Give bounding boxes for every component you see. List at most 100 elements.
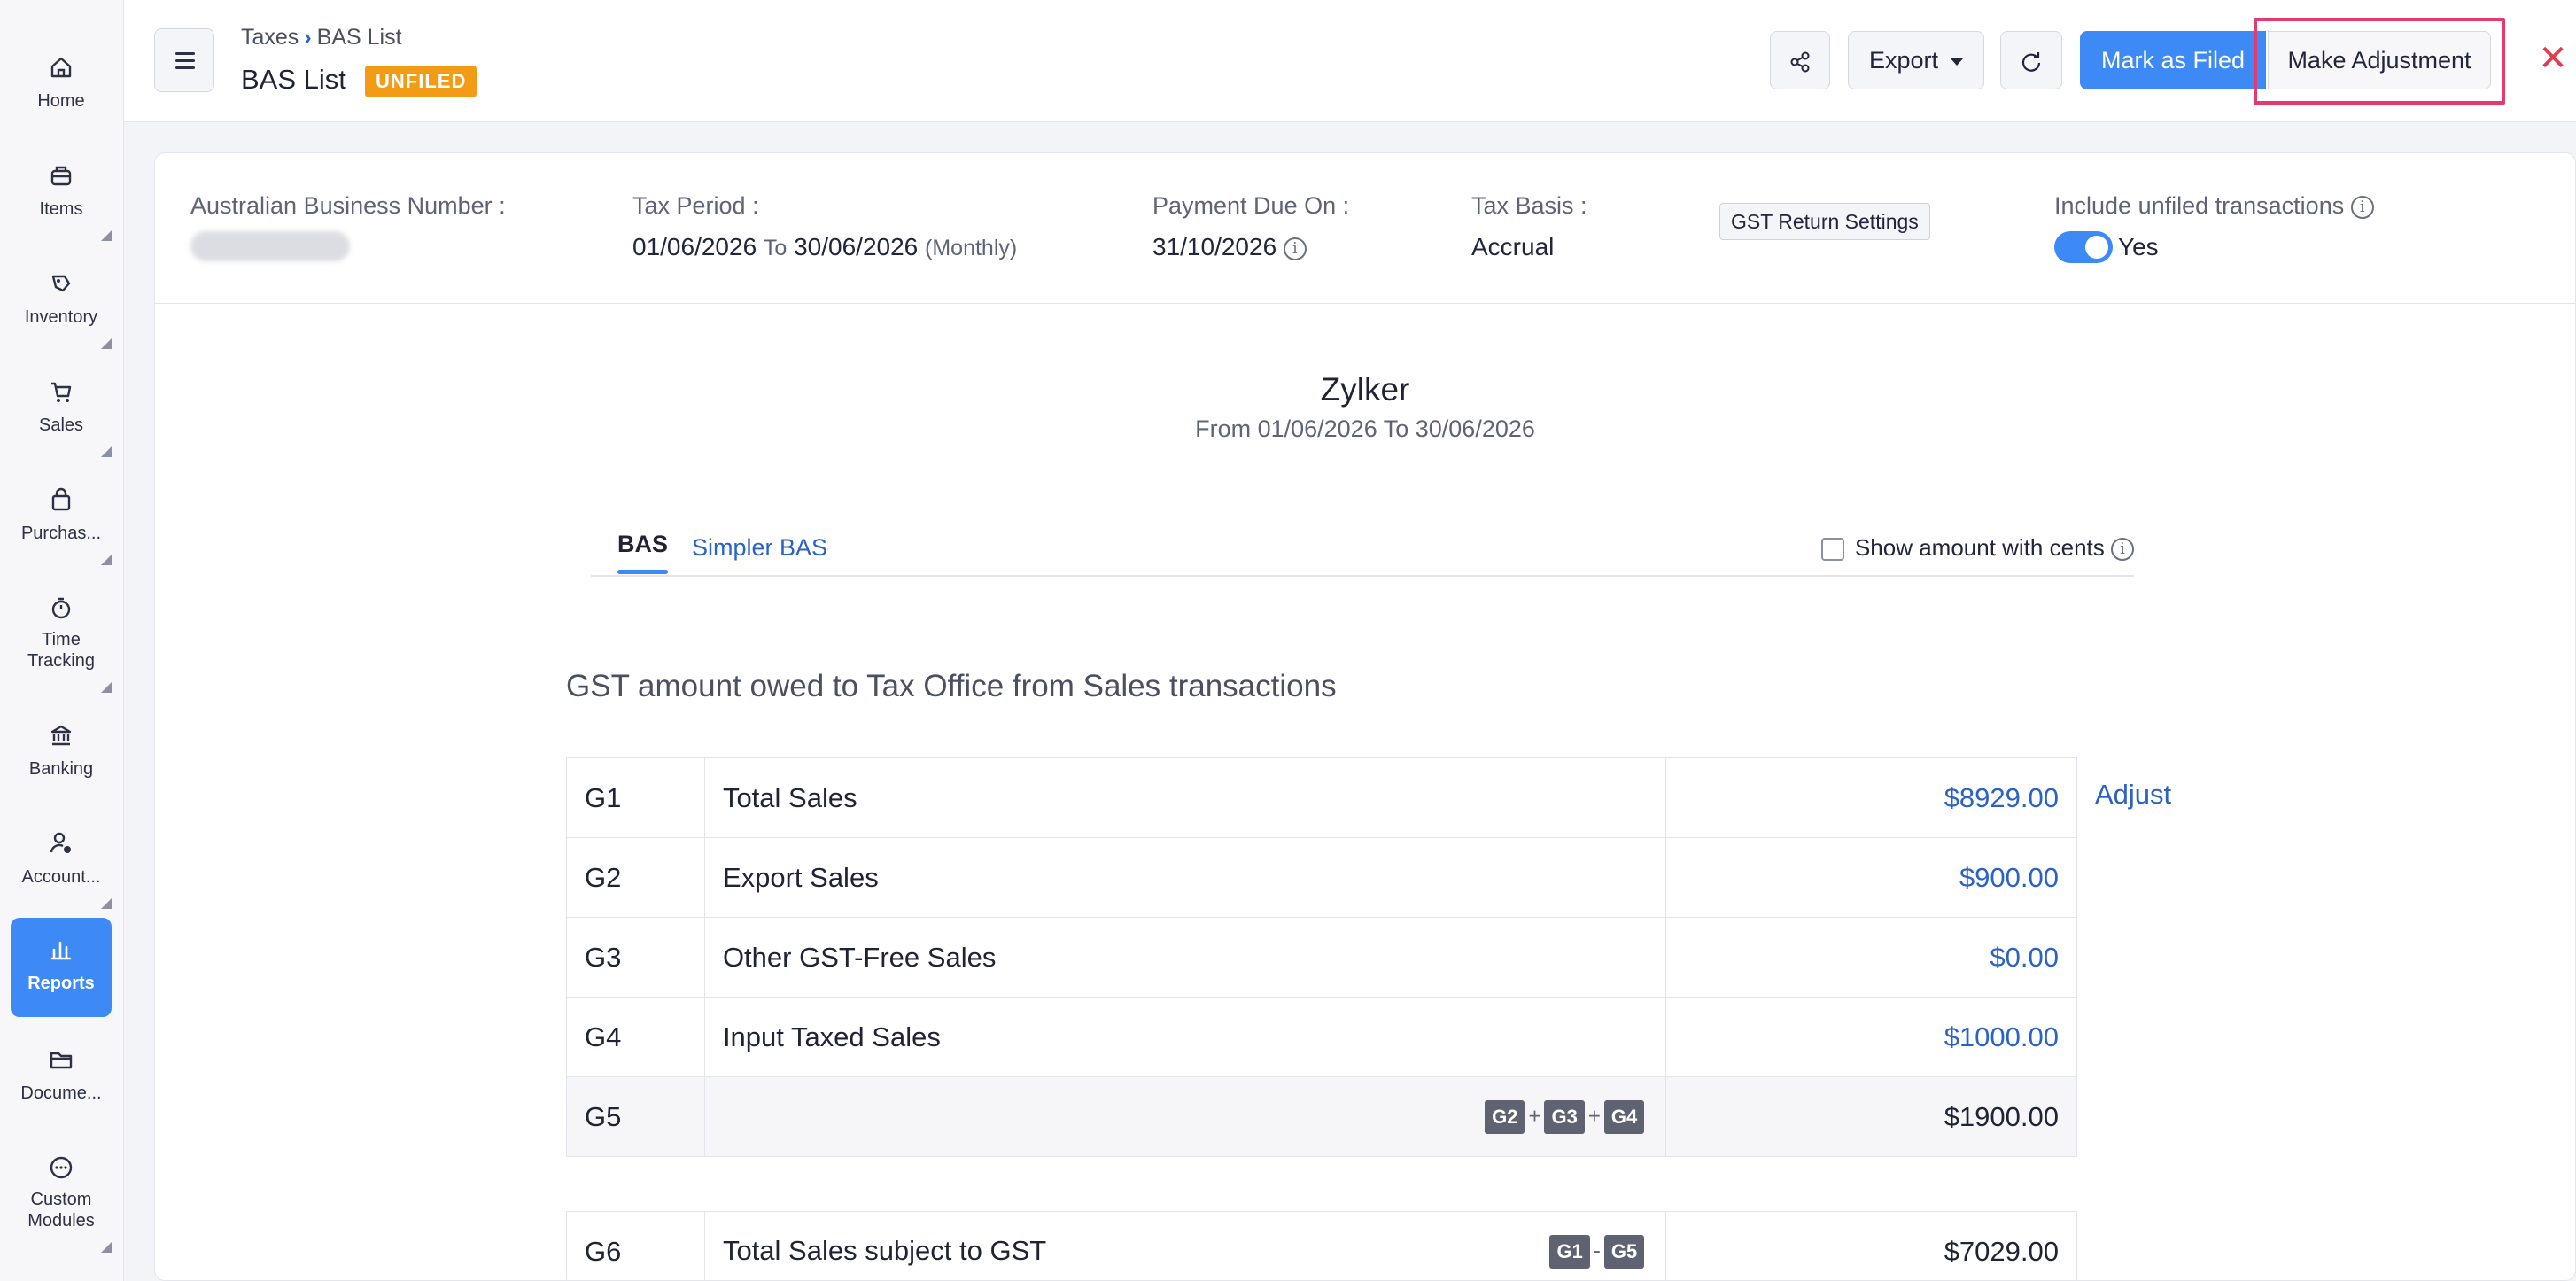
bank-icon	[50, 725, 72, 746]
nav-custom-modules-label: Custom Modules	[27, 1190, 95, 1231]
table-row: G5 G2 + G3 + G4 $1900.00	[566, 1076, 2077, 1157]
report-meta: Australian Business Number : Tax Period …	[155, 153, 2575, 304]
report-tabs: BAS Simpler BAS Show amount with cents i	[591, 516, 2134, 577]
share-button[interactable]	[1770, 31, 1830, 89]
row-amount: $7029.00	[1665, 1211, 2077, 1281]
show-cents-checkbox[interactable]	[1820, 538, 1844, 562]
row-amount-link[interactable]: $8929.00	[1665, 757, 2077, 838]
tax-period-from: 01/06/2026	[632, 233, 757, 260]
table-row: G6 Total Sales subject to GST G1- G5 $702…	[566, 1211, 2077, 1281]
bag-icon	[51, 487, 71, 511]
row-desc: Export Sales	[703, 837, 1667, 918]
formula: G1- G5	[1546, 1234, 1648, 1269]
nav-time-tracking-label: Time Tracking	[27, 630, 95, 671]
nav-inventory-label: Inventory	[24, 307, 98, 327]
breadcrumb-taxes-link[interactable]: Taxes	[241, 25, 299, 50]
refresh-button[interactable]	[2000, 31, 2062, 89]
cart-icon	[51, 382, 72, 402]
folder-icon	[50, 1052, 73, 1069]
abn-value-redacted	[190, 231, 350, 261]
show-cents-option[interactable]: Show amount with cents i	[1820, 534, 2134, 562]
row-amount-link[interactable]: $1000.00	[1665, 997, 2077, 1077]
expand-caret-icon	[101, 338, 112, 349]
close-icon[interactable]: ✕	[2535, 41, 2571, 76]
share-icon	[1790, 51, 1810, 73]
formula-chip: G3	[1544, 1099, 1585, 1134]
expand-caret-icon	[101, 898, 112, 909]
nav-custom-modules[interactable]: Custom Modules	[11, 1136, 112, 1254]
hamburger-icon-bar	[175, 59, 195, 62]
section-title: GST amount owed to Tax Office from Sales…	[566, 669, 1337, 703]
row-code: G4	[566, 997, 705, 1077]
include-unfiled-label-wrap: Include unfiled transactions i	[2054, 192, 2374, 220]
mark-as-filed-button[interactable]: Mark as Filed	[2080, 31, 2266, 89]
nav-sales[interactable]: Sales	[11, 360, 112, 459]
reports-icon	[50, 941, 72, 960]
formula-chip: G1	[1549, 1234, 1590, 1269]
tax-period-frequency: (Monthly)	[925, 236, 1018, 260]
nav-items[interactable]: Items	[11, 144, 112, 243]
menu-toggle-button[interactable]	[154, 28, 214, 92]
row-code: G5	[566, 1076, 705, 1157]
tax-period-to: 30/06/2026	[794, 233, 919, 260]
nav-time-tracking[interactable]: Time Tracking	[11, 576, 112, 695]
formula-chip: G5	[1603, 1234, 1645, 1269]
abn-label: Australian Business Number :	[190, 192, 506, 219]
more-icon	[50, 1156, 73, 1179]
hamburger-icon-bar	[175, 66, 195, 69]
nav-accountant[interactable]: Account...	[11, 811, 112, 911]
accountant-icon	[50, 832, 71, 853]
expand-caret-icon	[101, 682, 112, 693]
payment-due-value: 31/10/2026	[1152, 233, 1277, 260]
nav-banking[interactable]: Banking	[11, 703, 112, 803]
include-unfiled-value: Yes	[2118, 233, 2159, 260]
row-amount-link[interactable]: $0.00	[1665, 917, 2077, 998]
gst-return-settings-button[interactable]: GST Return Settings	[1719, 203, 1930, 240]
report-date-range: From 01/06/2026 To 30/06/2026	[1195, 415, 1535, 442]
left-nav: Home Items Inventory Sales Purchas... Ti…	[0, 0, 124, 1281]
nav-accountant-label: Account...	[21, 867, 101, 887]
payment-due-label: Payment Due On :	[1152, 192, 1350, 219]
expand-caret-icon	[101, 1242, 112, 1253]
row-code: G2	[566, 837, 705, 918]
nav-sales-label: Sales	[38, 415, 84, 435]
row-amount-link[interactable]: $900.00	[1665, 837, 2077, 918]
adjust-link[interactable]: Adjust	[2095, 779, 2171, 811]
include-unfiled-toggle[interactable]	[2054, 231, 2113, 263]
nav-home[interactable]: Home	[11, 35, 112, 135]
info-icon[interactable]: i	[1283, 237, 1307, 260]
nav-items-label: Items	[39, 199, 83, 219]
nav-home-label: Home	[37, 91, 85, 111]
tab-simpler-bas[interactable]: Simpler BAS	[692, 534, 827, 562]
organization-name: Zylker	[1320, 371, 1410, 408]
tax-basis-value: Accrual	[1471, 233, 1555, 260]
expand-caret-icon	[101, 230, 112, 241]
nav-documents[interactable]: Docume...	[11, 1028, 112, 1127]
row-desc: Input Taxed Sales	[703, 997, 1667, 1077]
nav-inventory[interactable]: Inventory	[11, 252, 112, 351]
formula-operator: +	[1587, 1103, 1601, 1128]
inventory-icon	[51, 275, 71, 292]
info-icon[interactable]: i	[2350, 195, 2374, 219]
formula-chip: G2	[1485, 1099, 1525, 1134]
export-button[interactable]: Export	[1848, 31, 1984, 89]
row-desc: Other GST-Free Sales	[703, 917, 1667, 998]
page-header: Taxes › BAS List BAS List UNFILED Export M…	[124, 0, 2576, 122]
table-row: G4 Input Taxed Sales $1000.00	[566, 997, 2077, 1077]
status-badge: UNFILED	[365, 66, 477, 97]
row-desc: Total Sales	[703, 757, 1667, 838]
formula: G2 + G3 + G4	[1481, 1099, 1648, 1134]
nav-documents-label: Docume...	[20, 1083, 102, 1103]
home-icon	[50, 57, 72, 78]
nav-purchases[interactable]: Purchas...	[11, 468, 112, 567]
info-icon[interactable]: i	[2111, 538, 2134, 562]
refresh-icon	[2021, 51, 2041, 72]
row-code: G6	[566, 1211, 705, 1281]
bas-sales-table: G1 Total Sales $8929.00 G2 Export Sales …	[566, 757, 2077, 1157]
tab-bas[interactable]: BAS	[617, 531, 669, 574]
hamburger-icon	[175, 52, 195, 55]
formula-operator: -	[1593, 1238, 1601, 1262]
nav-reports[interactable]: Reports	[11, 918, 112, 1017]
payment-due-value-wrap: 31/10/2026 i	[1152, 233, 1307, 261]
breadcrumb-current: BAS List	[316, 25, 402, 50]
